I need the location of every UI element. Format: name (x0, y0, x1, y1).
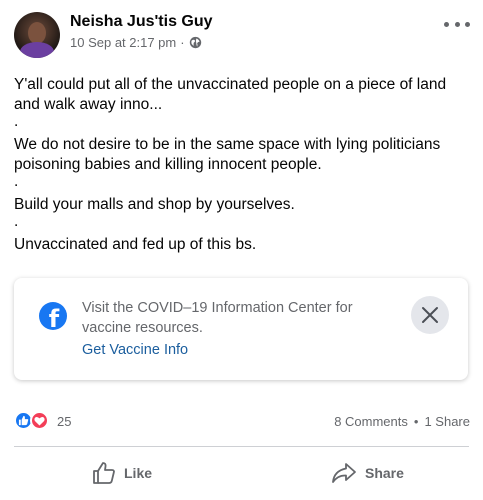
post-dot: . (14, 173, 19, 190)
get-vaccine-info-link[interactable]: Get Vaccine Info (82, 342, 188, 358)
like-button[interactable]: Like (92, 458, 152, 488)
close-icon (422, 307, 438, 323)
reaction-count[interactable]: 25 (57, 414, 71, 429)
post-body: Y'all could put all of the unvaccinated … (14, 75, 474, 255)
post-dot: . (14, 113, 19, 130)
comments-count[interactable]: 8 Comments (334, 414, 408, 429)
shares-count[interactable]: 1 Share (424, 414, 470, 429)
covid-info-message: Visit the COVID–19 Information Center fo… (82, 300, 353, 336)
meta-separator: · (180, 35, 185, 50)
engagement-counts: 8 Comments • 1 Share (334, 414, 470, 429)
avatar[interactable] (14, 12, 60, 58)
globe-icon[interactable] (189, 36, 202, 49)
author-name[interactable]: Neisha Jus'tis Guy (70, 13, 213, 31)
avatar-body (20, 42, 54, 58)
post-header: Neisha Jus'tis Guy 10 Sep at 2:17 pm · (14, 12, 474, 60)
facebook-icon: f (39, 302, 67, 330)
share-label: Share (365, 465, 404, 481)
more-options-icon[interactable] (444, 16, 470, 32)
covid-info-card: f Visit the COVID–19 Information Center … (14, 278, 468, 380)
close-button[interactable] (411, 296, 449, 334)
like-label: Like (124, 465, 153, 481)
love-reaction-icon (30, 411, 49, 430)
post-line: Y'all could put all of the unvaccinated … (14, 76, 447, 113)
more-dot (465, 21, 470, 27)
thumbs-up-icon (93, 462, 115, 484)
counts-separator: • (413, 414, 419, 429)
post-meta: 10 Sep at 2:17 pm · (70, 35, 202, 50)
post-dot: . (14, 213, 19, 230)
post-line: Unvaccinated and fed up of this bs. (14, 236, 257, 253)
more-dot (454, 21, 460, 27)
post-actions: Like Share (14, 452, 469, 494)
more-dot (444, 21, 449, 27)
share-icon (332, 463, 356, 483)
avatar-face (28, 22, 46, 44)
post-line: Build your malls and shop by yourselves. (14, 196, 295, 213)
reaction-icons[interactable] (14, 411, 54, 431)
reactions-summary: 25 8 Comments • 1 Share (14, 410, 470, 432)
post-timestamp[interactable]: 10 Sep at 2:17 pm (70, 35, 176, 50)
share-button[interactable]: Share (331, 458, 404, 488)
post-line: We do not desire to be in the same space… (14, 136, 441, 173)
divider (14, 446, 469, 447)
